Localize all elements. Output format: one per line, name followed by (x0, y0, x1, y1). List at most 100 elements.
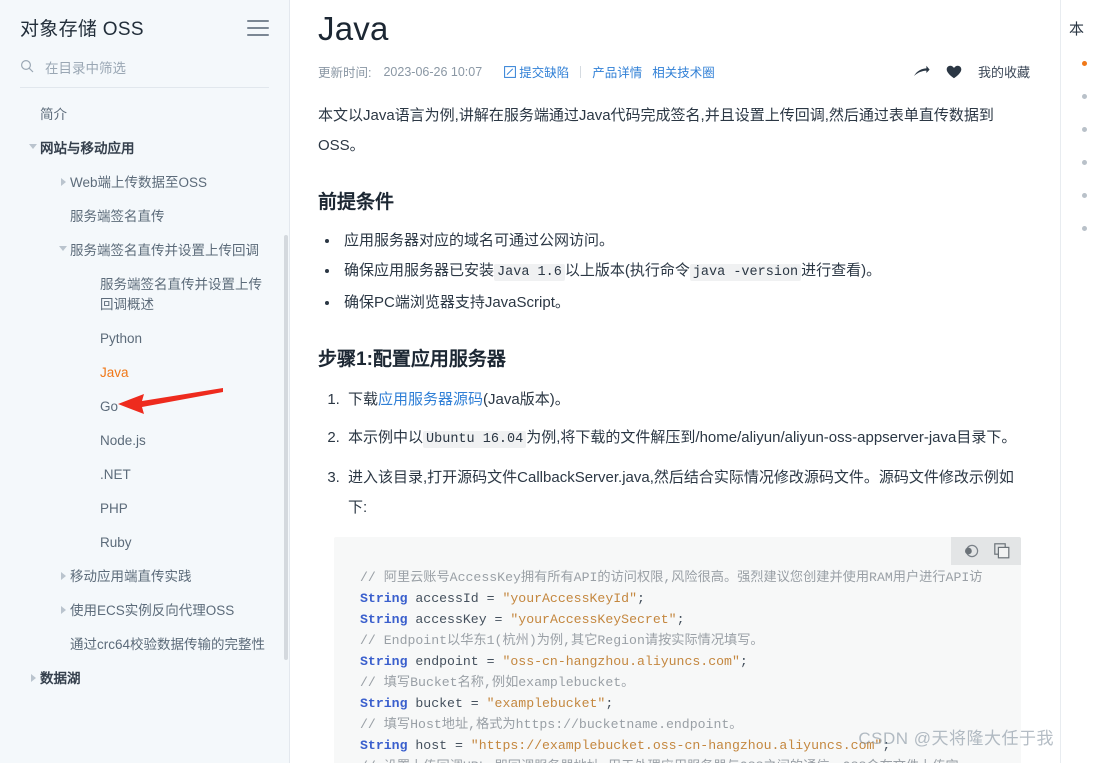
chevron-right-icon[interactable] (56, 606, 70, 614)
code-line: // 设置上传回调URL,即回调服务器地址,用于处理应用服务器与OSS之间的通信… (360, 756, 1021, 763)
share-arrow-icon[interactable] (913, 65, 930, 79)
step-item: 进入该目录,打开源码文件CallbackServer.java,然后结合实际情况… (344, 463, 1030, 523)
code-line: String endpoint = "oss-cn-hangzhou.aliyu… (360, 654, 748, 669)
sidebar-header: 对象存储 OSS (0, 0, 289, 49)
code-line: // 填写Bucket名称,例如examplebucket。 (360, 675, 635, 690)
product-detail-link[interactable]: 产品详情 (592, 62, 642, 81)
code-line: // 阿里云账号AccessKey拥有所有API的访问权限,风险很高。强烈建议您… (360, 570, 983, 585)
sidebar-item-label: 服务端签名直传并设置上传回调概述 (100, 277, 262, 312)
toc-dot[interactable] (1082, 127, 1087, 132)
main-content: Java 更新时间: 2023-06-26 10:07 提交缺陷 产品详情 相关… (290, 0, 1060, 763)
product-title: 对象存储 OSS (20, 19, 144, 40)
sidebar-item-label: 移动应用端直传实践 (70, 569, 192, 584)
sidebar-nav: 简介网站与移动应用 Web端上传数据至OSS 服务端签名直传服务端签名直传并设置上传… (0, 88, 289, 696)
code-toolbar (951, 537, 1021, 565)
search-icon (20, 59, 34, 78)
sidebar-scrollbar[interactable] (284, 235, 288, 660)
toc-panel: 本 (1060, 0, 1105, 763)
sidebar-item-label: .NET (100, 467, 131, 482)
sidebar-item-0[interactable]: 简介 (0, 98, 289, 132)
code-line: String accessKey = "yourAccessKeySecret"… (360, 612, 685, 627)
prereq-item: 确保PC端浏览器支持JavaScript。 (340, 288, 1030, 318)
sidebar-item-6[interactable]: Python (0, 322, 289, 356)
sidebar-item-16[interactable]: 数据湖 (0, 662, 289, 696)
sidebar-item-7[interactable]: Java (0, 356, 289, 390)
sidebar-item-label: Java (100, 365, 129, 380)
updated-value: 2023-06-26 10:07 (383, 64, 483, 79)
sidebar-item-9[interactable]: Node.js (0, 424, 289, 458)
toc-dot[interactable] (1082, 193, 1087, 198)
sidebar-item-label: Ruby (100, 535, 132, 550)
chevron-down-icon[interactable] (56, 246, 70, 251)
chevron-down-icon[interactable] (26, 144, 40, 149)
sidebar-item-label: 服务端签名直传并设置上传回调 (70, 243, 259, 258)
code-body[interactable]: // 阿里云账号AccessKey拥有所有API的访问权限,风险很高。强烈建议您… (360, 567, 1021, 763)
code-line: String host = "https://examplebucket.oss… (360, 738, 891, 753)
intro-paragraph: 本文以Java语言为例,讲解在服务端通过Java代码完成签名,并且设置上传回调,… (318, 107, 994, 154)
submit-bug-link[interactable]: 提交缺陷 (504, 62, 569, 81)
sidebar-item-1[interactable]: 网站与移动应用 (0, 132, 289, 166)
sidebar-item-label: 数据湖 (40, 671, 81, 686)
chevron-right-icon[interactable] (56, 572, 70, 580)
sidebar-item-13[interactable]: 移动应用端直传实践 (0, 560, 289, 594)
sidebar-item-label: Node.js (100, 433, 146, 448)
page-root: 对象存储 OSS 简介网站与移动应用 Web端上传数据至OSS 服务端签名直传服务端… (0, 0, 1105, 763)
toc-dot[interactable] (1082, 94, 1087, 99)
code-block: // 阿里云账号AccessKey拥有所有API的访问权限,风险很高。强烈建议您… (334, 537, 1021, 763)
copy-icon[interactable] (994, 543, 1010, 559)
heart-icon[interactable] (946, 65, 962, 79)
step-item: 本示例中以Ubuntu 16.04为例,将下载的文件解压到/home/aliyu… (344, 423, 1030, 455)
toc-dot[interactable] (1082, 226, 1087, 231)
sidebar-item-3[interactable]: 服务端签名直传 (0, 200, 289, 234)
code-line: // Endpoint以华东1(杭州)为例,其它Region请按实际情况填写。 (360, 633, 764, 648)
edit-square-icon (504, 65, 517, 78)
my-favorites-link[interactable]: 我的收藏 (978, 62, 1030, 81)
prereq-heading: 前提条件 (318, 192, 395, 213)
sidebar-item-label: 使用ECS实例反向代理OSS (70, 603, 235, 618)
code-line: // 填写Host地址,格式为https://bucketname.endpoi… (360, 717, 743, 732)
hamburger-icon[interactable] (247, 19, 269, 36)
sidebar-item-8[interactable]: Go (0, 390, 289, 424)
sidebar-search[interactable] (20, 59, 269, 88)
sidebar-item-12[interactable]: Ruby (0, 526, 289, 560)
sidebar: 对象存储 OSS 简介网站与移动应用 Web端上传数据至OSS 服务端签名直传服务端… (0, 0, 290, 763)
sidebar-item-14[interactable]: 使用ECS实例反向代理OSS (0, 594, 289, 628)
code-line: String accessId = "yourAccessKeyId"; (360, 591, 645, 606)
search-input[interactable] (43, 60, 269, 77)
sidebar-item-label: 网站与移动应用 (40, 141, 135, 156)
sidebar-item-10[interactable]: .NET (0, 458, 289, 492)
toc-title: 本 (1069, 21, 1085, 38)
meta-row: 更新时间: 2023-06-26 10:07 提交缺陷 产品详情 相关技术圈 我… (318, 62, 1030, 81)
chevron-right-icon[interactable] (26, 674, 40, 682)
contrast-toggle-icon[interactable] (962, 544, 980, 558)
chevron-right-icon[interactable] (56, 178, 70, 186)
sidebar-item-label: Go (100, 399, 119, 414)
updated-label: 更新时间: (318, 66, 372, 80)
toc-dot[interactable] (1082, 160, 1087, 165)
step1-heading: 步骤1:配置应用服务器 (318, 349, 506, 370)
appserver-source-link[interactable]: 应用服务器源码 (378, 391, 483, 408)
sidebar-item-label: PHP (100, 501, 128, 516)
tech-circle-link[interactable]: 相关技术圈 (652, 62, 715, 81)
sidebar-item-11[interactable]: PHP (0, 492, 289, 526)
sidebar-item-label: 通过crc64校验数据传输的完整性 (70, 637, 266, 652)
sidebar-item-label: 简介 (40, 107, 67, 122)
inline-code: java -version (689, 264, 802, 281)
sidebar-item-label: Python (100, 331, 143, 346)
sidebar-item-4[interactable]: 服务端签名直传并设置上传回调 (0, 234, 289, 268)
code-line: String bucket = "examplebucket"; (360, 696, 614, 711)
sidebar-item-2[interactable]: Web端上传数据至OSS (0, 166, 289, 200)
sidebar-item-5[interactable]: 服务端签名直传并设置上传回调概述 (0, 268, 289, 322)
step-item: 下载应用服务器源码(Java版本)。 (344, 385, 1030, 415)
sidebar-item-label: Web端上传数据至OSS (70, 175, 208, 190)
inline-code: Java 1.6 (494, 264, 565, 281)
prereq-item: 应用服务器对应的域名可通过公网访问。 (340, 226, 1030, 256)
prereq-item: 确保应用服务器已安装Java 1.6以上版本(执行命令java -version… (340, 256, 1030, 288)
sidebar-item-label: 服务端签名直传 (70, 209, 165, 224)
toc-dot[interactable] (1082, 61, 1087, 66)
prereq-list: 应用服务器对应的域名可通过公网访问。确保应用服务器已安装Java 1.6以上版本… (318, 226, 1030, 318)
sidebar-item-15[interactable]: 通过crc64校验数据传输的完整性 (0, 628, 289, 662)
meta-divider (580, 65, 582, 78)
inline-code: Ubuntu 16.04 (423, 431, 527, 448)
page-title: Java (318, 10, 389, 47)
